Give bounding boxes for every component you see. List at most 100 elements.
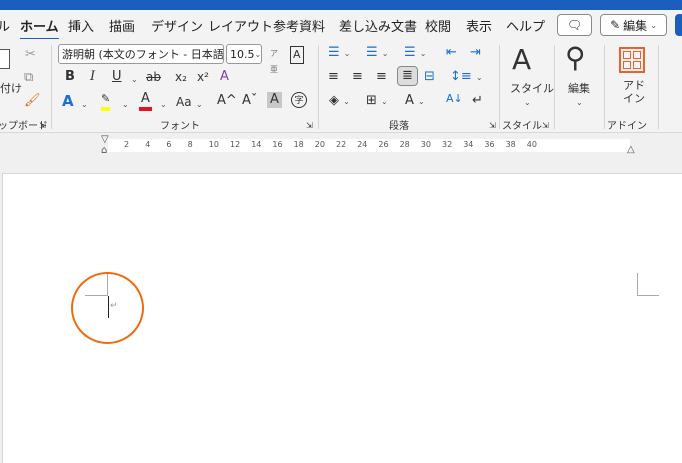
bullets-button[interactable]: ☰ ⌄ — [328, 45, 351, 62]
character-shading-button[interactable]: A — [267, 92, 282, 108]
styles-icon[interactable]: A — [512, 44, 531, 76]
dialog-launcher-icon[interactable]: ⇲ — [39, 118, 46, 134]
subscript-button[interactable]: x₂ — [175, 69, 187, 85]
dialog-launcher-icon[interactable]: ⇲ — [306, 118, 313, 134]
tab-file[interactable]: ル — [0, 16, 10, 35]
chevron-down-icon[interactable]: ⌄ — [196, 97, 203, 113]
superscript-button[interactable]: x² — [197, 69, 209, 85]
multilevel-list-button[interactable]: ☰ ⌄ — [404, 45, 427, 62]
comments-button[interactable]: 🗨 — [557, 14, 592, 36]
justify-button[interactable]: ≣ — [397, 66, 418, 86]
copy-icon[interactable]: ⧉ — [24, 70, 33, 86]
margin-corner-mark — [637, 273, 638, 296]
paste-icon[interactable] — [0, 49, 10, 69]
sort-button[interactable]: A↓ — [446, 91, 463, 107]
ruler-tick-label: 36 — [484, 140, 495, 149]
ruler-tick-label: 40 — [526, 140, 537, 149]
paste-label[interactable]: 付け — [0, 81, 22, 97]
ruler-tick-label: 10 — [208, 140, 219, 149]
font-color-button[interactable]: A — [139, 91, 152, 111]
font-size-select[interactable]: 10.5 ⌄ — [226, 44, 262, 64]
text-effects-button[interactable]: A — [62, 93, 74, 109]
font-name-select[interactable]: 游明朝 (本文のフォント - 日本語⌄ — [58, 44, 224, 64]
align-center-button[interactable]: ≡ — [352, 69, 363, 85]
left-indent-marker[interactable]: ⌂ — [101, 145, 107, 156]
chevron-down-icon: ⌄ — [650, 20, 657, 30]
line-spacing-button[interactable]: ↕≡ ⌄ — [450, 69, 483, 86]
ruler-tick-label: 22 — [336, 140, 347, 149]
divider — [499, 45, 500, 129]
tab-draw[interactable]: 描画 — [109, 16, 135, 35]
format-painter-icon[interactable]: 🖌 — [24, 93, 41, 109]
document-page[interactable]: ↵ — [2, 173, 682, 463]
character-border-icon[interactable]: A — [290, 46, 304, 64]
shading-button[interactable]: ◈ ⌄ — [329, 93, 350, 110]
align-right-button[interactable]: ≡ — [376, 69, 387, 85]
tab-mailings[interactable]: 差し込み文書 — [339, 16, 417, 35]
highlight-circle-annotation — [71, 272, 144, 344]
cut-icon[interactable]: ✂ — [25, 47, 36, 63]
chevron-down-icon[interactable]: ⌄ — [524, 95, 531, 111]
asian-layout-button[interactable]: A ⌄ — [405, 93, 425, 110]
tab-insert[interactable]: 挿入 — [68, 16, 94, 35]
strikethrough-button[interactable]: ab — [146, 69, 161, 85]
dialog-launcher-icon[interactable]: ⇲ — [489, 118, 496, 134]
ruler-tick-label: 32 — [442, 140, 453, 149]
tab-home[interactable]: ホーム — [20, 16, 59, 40]
numbering-button[interactable]: ☰ ⌄ — [366, 45, 389, 62]
editing-mode-button[interactable]: ✎ 編集 ⌄ — [600, 14, 667, 36]
tab-view[interactable]: 表示 — [466, 16, 492, 35]
share-button[interactable] — [675, 14, 682, 36]
ribbon-tabs: ル ホーム 挿入 描画 デザイン レイアウト 参考資料 差し込み文書 校閲 表示… — [0, 10, 682, 40]
tab-help[interactable]: ヘルプ — [506, 16, 545, 35]
enclose-characters-button[interactable]: 字 — [291, 92, 307, 108]
underline-button[interactable]: U — [112, 69, 122, 85]
ruler-tick-label: 12 — [230, 140, 241, 149]
phonetic-guide-icon[interactable]: ア亜 — [270, 46, 278, 78]
search-icon[interactable]: ⚲ — [565, 42, 586, 74]
addins-button[interactable]: アド イン — [623, 79, 645, 105]
grow-font-button[interactable]: A^ — [217, 93, 237, 109]
ruler-tick-label: 6 — [166, 140, 172, 149]
font-size-value: 10.5 — [230, 47, 255, 61]
italic-button[interactable]: I — [90, 69, 95, 85]
tab-layout[interactable]: レイアウト — [208, 16, 273, 35]
tab-references[interactable]: 参考資料 — [273, 16, 325, 35]
dialog-launcher-icon[interactable]: ⇲ — [542, 118, 549, 134]
divider — [318, 45, 319, 129]
right-indent-marker[interactable]: △ — [627, 144, 635, 155]
chevron-down-icon[interactable]: ⌄ — [160, 97, 167, 113]
title-bar — [0, 0, 682, 10]
horizontal-ruler[interactable]: 2 4 6 8 10 12 14 16 18 20 22 24 26 28 30 32 34 36 38 40 ▽ ⌂… — [0, 134, 682, 156]
chevron-down-icon[interactable]: ⌄ — [81, 97, 88, 113]
chevron-down-icon[interactable]: ⌄ — [131, 72, 138, 88]
chevron-down-icon[interactable]: ⌄ — [122, 97, 129, 113]
bold-button[interactable]: B — [65, 69, 75, 85]
show-marks-button[interactable]: ↵ — [472, 93, 483, 109]
align-left-button[interactable]: ≡ — [328, 69, 339, 85]
ruler-tick-label: 8 — [187, 140, 193, 149]
font-group-label: フォント — [160, 121, 200, 132]
divider — [554, 45, 555, 129]
increase-indent-button[interactable]: ⇥ — [470, 45, 481, 61]
chevron-down-icon[interactable]: ⌄ — [576, 95, 583, 111]
styles-group-label: スタイル — [502, 121, 542, 132]
shrink-font-button[interactable]: Aˇ — [242, 93, 257, 109]
paragraph-group-label: 段落 — [389, 121, 409, 132]
highlight-button[interactable]: ✎ — [101, 91, 111, 111]
change-case-button[interactable]: Aa — [176, 94, 192, 110]
styles-button[interactable]: スタイル — [510, 81, 554, 97]
ruler-tick-label: 24 — [357, 140, 368, 149]
ruler-tick-label: 2 — [124, 140, 130, 149]
tab-design[interactable]: デザイン — [151, 16, 203, 35]
clear-formatting-icon[interactable]: A — [220, 69, 229, 85]
decrease-indent-button[interactable]: ⇤ — [446, 45, 457, 61]
comment-icon: 🗨 — [566, 18, 583, 32]
divider — [658, 45, 659, 129]
ruler-tick-label: 18 — [293, 140, 304, 149]
tab-review[interactable]: 校閲 — [425, 16, 451, 35]
addins-icon[interactable] — [619, 47, 645, 73]
borders-button[interactable]: ⊞ ⌄ — [366, 93, 388, 110]
distributed-button[interactable]: ⊟ — [424, 69, 435, 85]
first-line-indent-marker[interactable]: ▽ — [101, 134, 109, 145]
